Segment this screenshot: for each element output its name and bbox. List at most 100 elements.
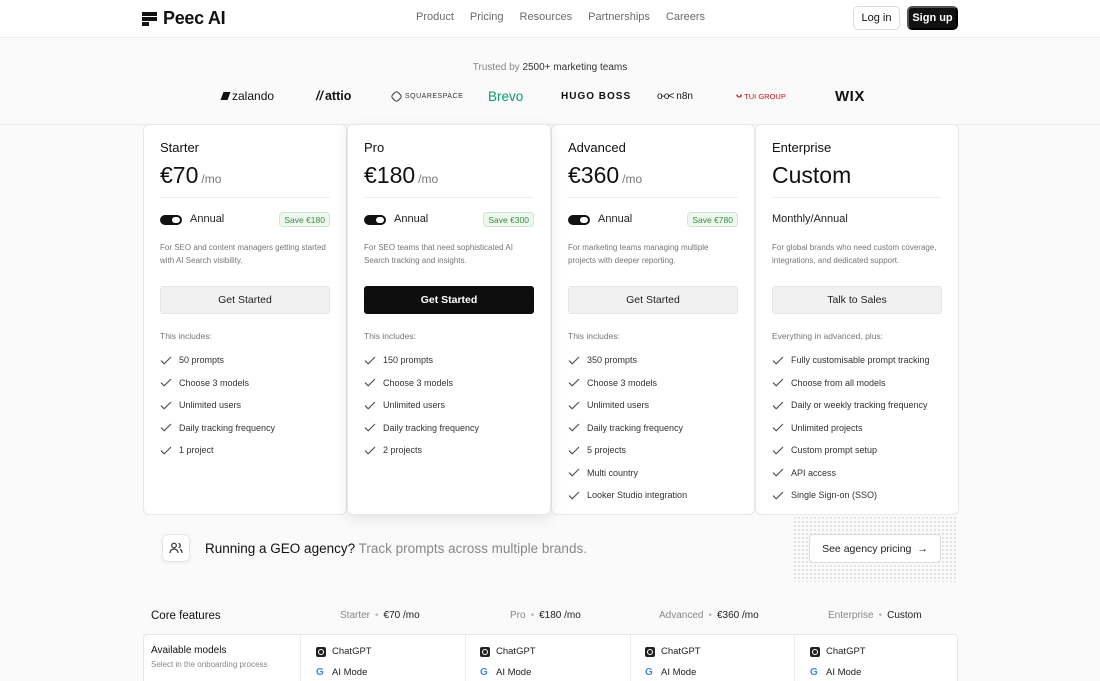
chatgpt-icon	[316, 646, 326, 657]
check-icon	[772, 423, 784, 432]
nav-link-partnerships[interactable]: Partnerships	[588, 11, 650, 23]
price-value: €360	[568, 162, 620, 188]
model-chatgpt: ChatGPT	[480, 646, 536, 657]
agency-banner: Running a GEO agency? Track prompts acro…	[143, 516, 958, 582]
plan-price: €180/mo	[364, 162, 438, 189]
billing-toggle[interactable]	[568, 215, 590, 225]
feature-text: Choose 3 models	[587, 377, 658, 388]
row-label-available-models: Available models	[151, 645, 227, 656]
model-ai-mode: G AI Mode	[316, 666, 368, 678]
nav-link-product[interactable]: Product	[416, 11, 454, 23]
plan-description: For SEO teams that need sophisticated AI…	[364, 243, 513, 265]
signup-button[interactable]: Sign up	[907, 6, 958, 30]
brand-logos: zalando //attio SQUARESPACE Brevo HUGO B…	[0, 86, 1100, 106]
feature-text: Looker Studio integration	[587, 490, 688, 501]
chatgpt-icon	[810, 646, 820, 657]
check-icon	[772, 356, 784, 365]
feature-text: Unlimited users	[587, 400, 650, 411]
brand-logo-hugo-boss: HUGO BOSS	[561, 90, 632, 102]
row-sub-onboarding: Select in the onboarding process	[151, 660, 268, 669]
agency-pricing-button[interactable]: See agency pricing →	[809, 534, 941, 563]
plan-price: €360/mo	[568, 162, 642, 189]
feature-item: Fully customisable prompt tracking	[772, 349, 948, 372]
model-chatgpt: ChatGPT	[810, 646, 866, 657]
feature-list: Fully customisable prompt tracking Choose…	[772, 349, 948, 507]
feature-text: Multi country	[587, 467, 639, 478]
nav-link-resources[interactable]: Resources	[520, 11, 573, 23]
chatgpt-icon	[645, 646, 655, 657]
get-started-button[interactable]: Get Started	[568, 286, 738, 314]
get-started-button[interactable]: Get Started	[364, 286, 534, 314]
plan-name: Advanced	[568, 140, 626, 155]
nav-link-careers[interactable]: Careers	[666, 11, 705, 23]
plan-name: Enterprise	[772, 140, 832, 155]
google-icon: G	[810, 666, 818, 678]
feature-item: Daily tracking frequency	[364, 417, 540, 440]
check-icon	[160, 423, 172, 432]
feature-item: Unlimited users	[568, 394, 744, 417]
divider	[160, 197, 330, 198]
divider	[772, 197, 942, 198]
feature-text: Daily tracking frequency	[383, 422, 480, 433]
includes-label: Everything in advanced, plus:	[772, 331, 884, 341]
core-features-title: Core features	[151, 610, 221, 622]
feature-item: 1 project	[160, 439, 336, 462]
feature-list: 50 prompts Choose 3 models Unlimited users…	[160, 349, 336, 462]
check-icon	[364, 356, 376, 365]
feature-item: Looker Studio integration	[568, 484, 744, 507]
check-icon	[568, 491, 580, 500]
feature-list: 150 prompts Choose 3 models Unlimited user…	[364, 349, 540, 462]
feature-item: 50 prompts	[160, 349, 336, 372]
billing-toggle[interactable]	[160, 215, 182, 225]
model-chatgpt: ChatGPT	[645, 646, 701, 657]
includes-label: This includes:	[160, 331, 212, 341]
check-icon	[568, 378, 580, 387]
feature-text: 5 projects	[587, 445, 627, 456]
feature-item: Choose 3 models	[364, 372, 540, 395]
plan-name: Starter	[160, 140, 200, 155]
core-col-starter: Starter • €70 /mo	[340, 610, 420, 621]
brand-logo-tui: ᵕ TUI GROUP	[736, 87, 786, 105]
arrow-right-icon: →	[917, 542, 928, 555]
trusted-by-text: Trusted by 2500+ marketing teams	[0, 62, 1100, 73]
agency-pricing-label: See agency pricing	[822, 542, 912, 555]
check-icon	[364, 446, 376, 455]
feature-text: API access	[791, 467, 837, 478]
check-icon	[772, 491, 784, 500]
login-button[interactable]: Log in	[853, 6, 900, 30]
get-started-button[interactable]: Get Started	[160, 286, 330, 314]
model-ai-mode: G AI Mode	[480, 666, 532, 678]
core-col-enterprise: Enterprise • Custom	[828, 610, 922, 621]
brand-logo-wix: WIX	[835, 87, 865, 105]
feature-item: Unlimited users	[160, 394, 336, 417]
nav-link-pricing[interactable]: Pricing	[470, 11, 504, 23]
billing-toggle[interactable]	[364, 215, 386, 225]
feature-text: Daily tracking frequency	[179, 422, 276, 433]
agency-text: Running a GEO agency? Track prompts acro…	[205, 541, 587, 556]
feature-text: 350 prompts	[587, 355, 638, 366]
google-icon: G	[316, 666, 324, 678]
feature-item: Choose 3 models	[160, 372, 336, 395]
core-features-header: Core features Starter • €70 /mo Pro • €180 /…	[143, 600, 958, 634]
plan-card-advanced: Advanced €360/mo Annual Save €780 For market…	[551, 124, 755, 515]
brand-logo-brevo: Brevo	[488, 88, 524, 104]
talk-to-sales-button[interactable]: Talk to Sales	[772, 286, 942, 314]
feature-text: 2 projects	[383, 445, 423, 456]
check-icon	[568, 446, 580, 455]
agency-headline: Running a GEO agency?	[205, 541, 356, 556]
chatgpt-icon	[480, 646, 490, 657]
feature-text: Unlimited projects	[791, 422, 863, 433]
core-col-advanced: Advanced • €360 /mo	[659, 610, 759, 621]
save-badge: Save €180	[279, 212, 330, 227]
billing-label: Annual	[598, 213, 633, 225]
check-icon	[364, 378, 376, 387]
logo[interactable]: Peec AI	[142, 8, 226, 29]
price-period: /mo	[418, 172, 439, 186]
feature-item: Choose 3 models	[568, 372, 744, 395]
trusted-prefix: Trusted by	[472, 62, 520, 73]
users-icon	[162, 534, 190, 562]
check-icon	[364, 423, 376, 432]
feature-text: Daily or weekly tracking frequency	[791, 400, 928, 411]
price-value: €180	[364, 162, 416, 188]
top-nav: Peec AI Product Pricing Resources Partne…	[0, 0, 1100, 38]
